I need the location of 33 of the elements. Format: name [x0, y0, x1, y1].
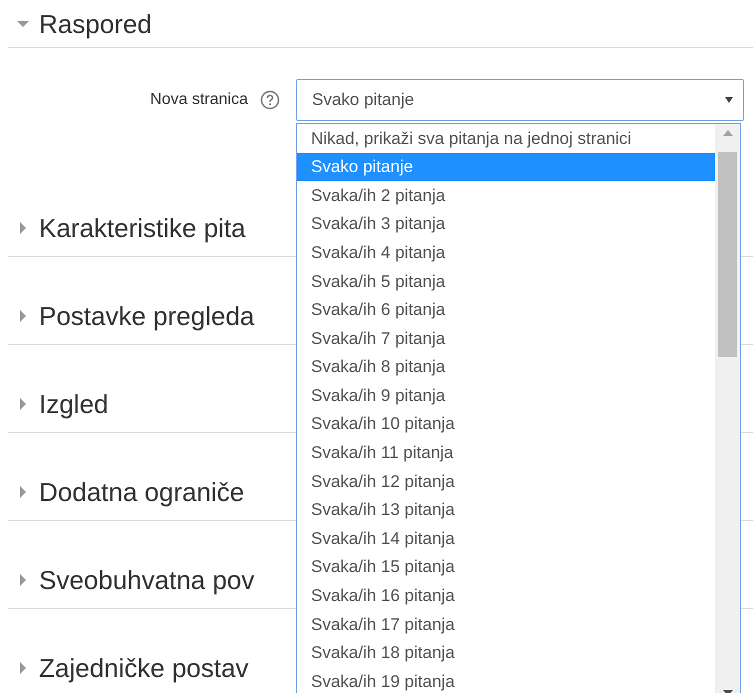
dropdown-option[interactable]: Svaka/ih 18 pitanja — [297, 638, 715, 668]
dropdown-option[interactable]: Svaka/ih 13 pitanja — [297, 496, 715, 524]
section-toggle[interactable]: Dodatna ograniče — [17, 479, 244, 505]
select-field[interactable]: Svako pitanje — [296, 79, 744, 121]
section-toggle[interactable]: Raspored — [17, 10, 152, 36]
field-label: Nova stranica — [150, 90, 248, 110]
dropdown-option[interactable]: Svaka/ih 15 pitanja — [297, 552, 715, 582]
help-icon[interactable] — [260, 90, 280, 110]
dropdown-option[interactable]: Svaka/ih 14 pitanja — [297, 524, 715, 553]
scrollbar[interactable] — [715, 124, 740, 693]
section-toggle[interactable]: Zajedničke postav — [17, 655, 249, 681]
dropdown-option[interactable]: Svaka/ih 7 pitanja — [297, 324, 715, 353]
dropdown-option[interactable]: Svaka/ih 10 pitanja — [297, 410, 715, 439]
section-toggle[interactable]: Karakteristike pita — [17, 215, 246, 241]
dropdown-option[interactable]: Svaka/ih 19 pitanja — [297, 667, 715, 693]
section-toggle[interactable]: Postavke pregleda — [17, 303, 254, 329]
dropdown-option[interactable]: Nikad, prikaži sva pitanja na jednoj stranici — [297, 124, 715, 153]
dropdown-option[interactable]: Svaka/ih 6 pitanja — [297, 296, 715, 324]
section-toggle[interactable]: Sveobuhvatna pov — [17, 567, 254, 593]
dropdown-option[interactable]: Svaka/ih 8 pitanja — [297, 352, 715, 382]
dropdown-option[interactable]: Svaka/ih 3 pitanja — [297, 210, 715, 238]
scroll-thumb[interactable] — [718, 152, 737, 357]
dropdown-option[interactable]: Svaka/ih 12 pitanja — [297, 467, 715, 496]
dropdown-option[interactable]: Svaka/ih 2 pitanja — [297, 181, 715, 210]
dropdown-arrow-icon — [725, 97, 733, 103]
dropdown-option[interactable]: Svaka/ih 11 pitanja — [297, 438, 715, 468]
dropdown-option[interactable]: Svaka/ih 9 pitanja — [297, 381, 715, 410]
scroll-up-icon[interactable] — [722, 130, 732, 136]
dropdown-option[interactable]: Svaka/ih 16 pitanja — [297, 582, 715, 610]
dropdown-option[interactable]: Svaka/ih 5 pitanja — [297, 266, 715, 296]
dropdown-option[interactable]: Svaka/ih 17 pitanja — [297, 610, 715, 639]
section-toggle[interactable]: Izgled — [17, 391, 108, 417]
dropdown-option[interactable]: Svaka/ih 4 pitanja — [297, 238, 715, 267]
